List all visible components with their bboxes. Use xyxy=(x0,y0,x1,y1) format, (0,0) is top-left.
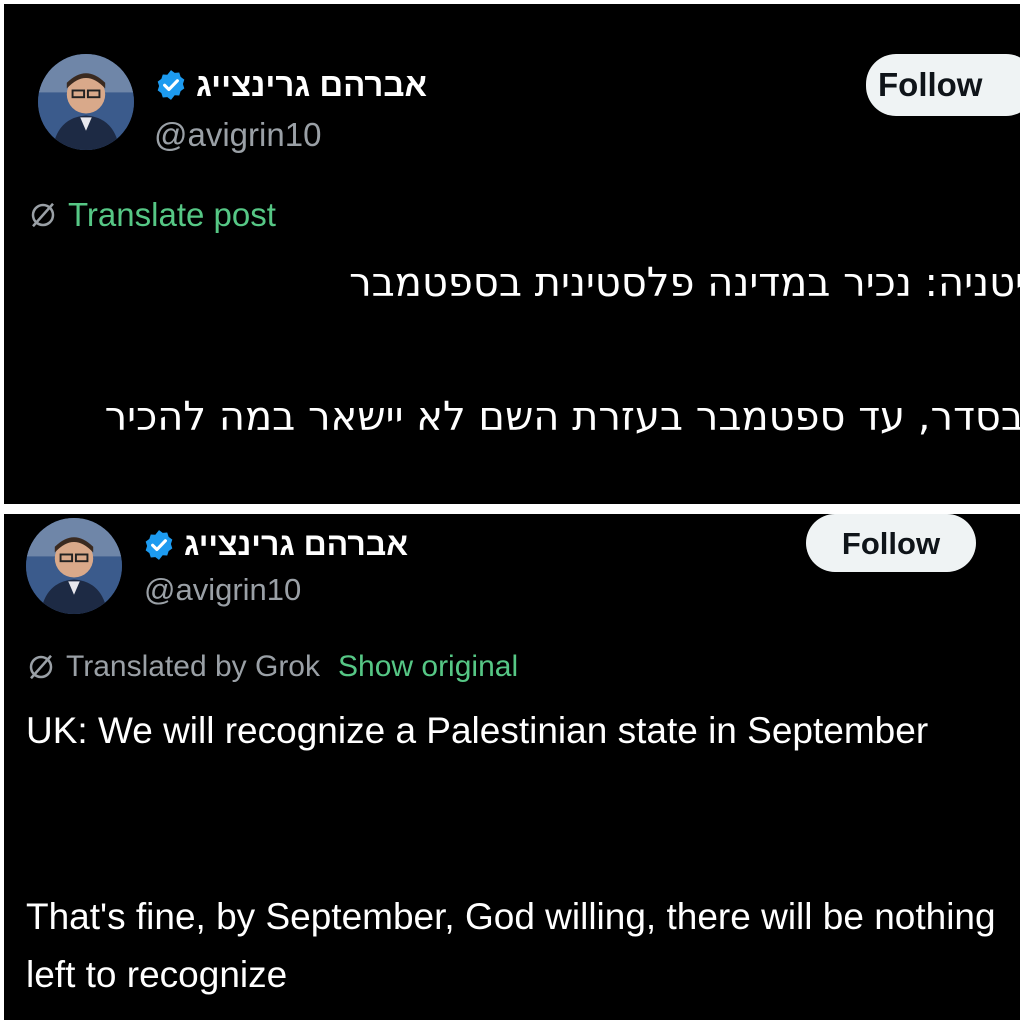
author-handle[interactable]: @avigrin10 xyxy=(154,116,321,154)
post-text-paragraph-1: UK: We will recognize a Palestinian stat… xyxy=(26,710,929,751)
post-text-line-2: בסדר, עד ספטמבר בעזרת השם לא יישאר במה ל… xyxy=(104,394,1020,440)
show-original-link[interactable]: Show original xyxy=(338,650,518,684)
author-handle[interactable]: @avigrin10 xyxy=(144,572,301,608)
post-text-paragraph-2: That's fine, by September, God willing, … xyxy=(26,896,996,995)
translated-by-label: Translated by Grok xyxy=(66,650,320,683)
translate-post-link[interactable]: Translate post xyxy=(28,196,276,234)
bottom-post-card: אברהם גרינצייג @avigrin10 Follow Transla… xyxy=(4,514,1020,1020)
follow-button[interactable]: Follow xyxy=(806,514,976,572)
top-post-card: אברהם גרינצייג @avigrin10 Follow Transla… xyxy=(4,4,1020,504)
author-name-row[interactable]: אברהם גרינצייג xyxy=(154,66,427,104)
follow-button[interactable]: Follow xyxy=(866,54,1020,116)
translation-info-row: Translated by Grok Show original xyxy=(26,650,518,684)
display-name[interactable]: אברהם גרינצייג xyxy=(196,66,427,104)
verified-badge-icon xyxy=(142,528,176,562)
display-name[interactable]: אברהם גרינצייג xyxy=(184,526,408,563)
author-name-row[interactable]: אברהם גרינצייג xyxy=(142,526,408,563)
post-text-line-1: יטניה: נכיר במדינה פלסטינית בספטמבר xyxy=(349,260,1020,306)
translate-globe-icon xyxy=(28,200,58,230)
avatar[interactable] xyxy=(26,518,122,614)
translate-globe-icon xyxy=(26,652,56,682)
verified-badge-icon xyxy=(154,68,188,102)
avatar[interactable] xyxy=(38,54,134,150)
translate-post-label[interactable]: Translate post xyxy=(68,196,276,234)
